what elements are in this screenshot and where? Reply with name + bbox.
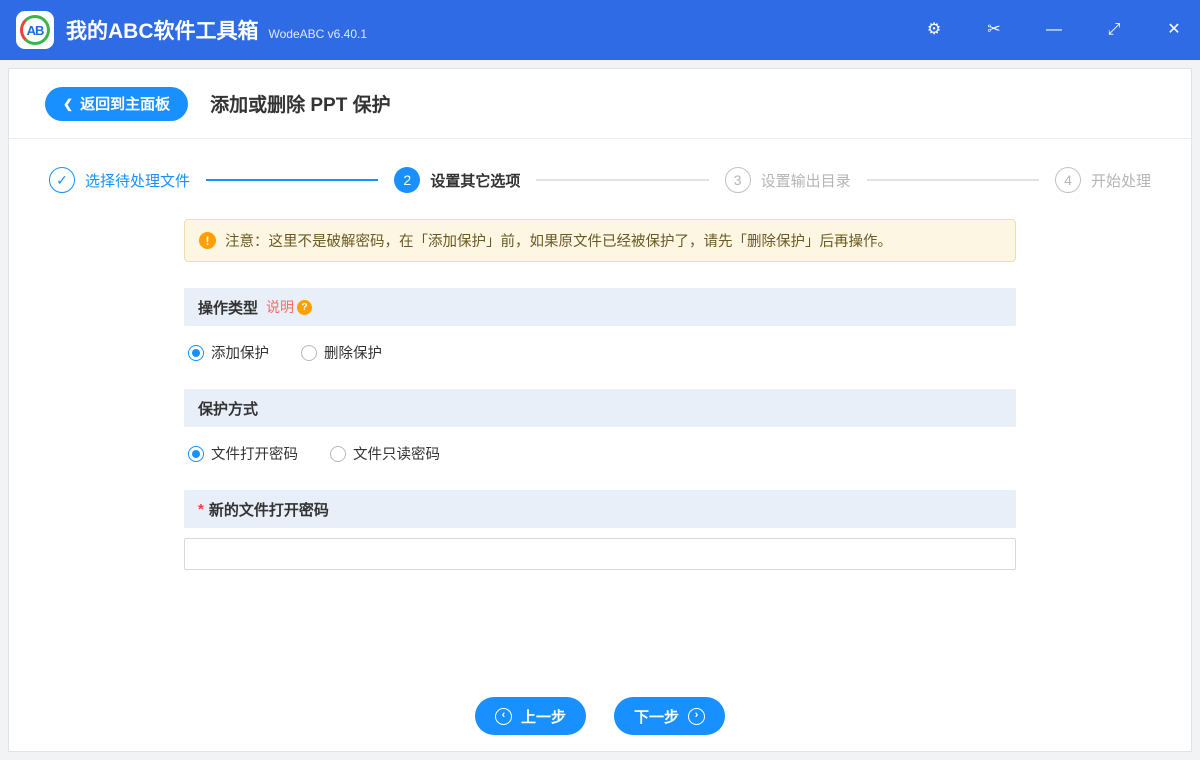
back-button-label: 返回到主面板 [80, 96, 171, 113]
radio-add-protection[interactable]: 添加保护 [188, 342, 269, 363]
back-chevron-icon: ❮ [63, 96, 74, 111]
radio-label: 文件打开密码 [211, 447, 298, 463]
step-4-label: 开始处理 [1090, 172, 1151, 190]
logo-ring: AB [20, 15, 50, 45]
step-2-label: 设置其它选项 [430, 172, 521, 190]
radio-label: 添加保护 [211, 346, 269, 362]
resize-icon[interactable]: ⤢ [1104, 22, 1124, 38]
new-password-title: 新的文件打开密码 [208, 501, 329, 519]
radio-label: 删除保护 [324, 346, 382, 362]
minimize-icon[interactable]: — [1044, 22, 1064, 38]
question-icon[interactable]: ? [297, 299, 313, 315]
radio-icon [301, 344, 317, 361]
content-column: ! 注意：这里不是破解密码，在「添加保护」前，如果原文件已经被保护了，请先「删除… [184, 219, 1016, 570]
step-connector [206, 179, 379, 181]
step-4: 4 开始处理 [1054, 167, 1151, 193]
step-1-label: 选择待处理文件 [85, 172, 191, 190]
operation-type-title: 操作类型 [198, 299, 259, 317]
required-asterisk: * [198, 500, 204, 518]
operation-type-options: 添加保护 删除保护 [184, 342, 1016, 363]
section-header-protection-mode: 保护方式 [184, 389, 1016, 427]
radio-icon [188, 445, 204, 462]
section-header-new-password: * 新的文件打开密码 [184, 490, 1016, 528]
operation-help-link[interactable]: 说明 [266, 297, 294, 317]
radio-remove-protection[interactable]: 删除保护 [301, 342, 382, 363]
close-icon[interactable]: ✕ [1164, 22, 1184, 38]
step-1: ✓ 选择待处理文件 [49, 167, 190, 193]
step-4-number: 4 [1054, 167, 1081, 193]
step-1-check-icon: ✓ [49, 167, 75, 193]
arrow-left-icon: ‹ [494, 707, 512, 725]
app-logo-icon: AB [16, 11, 54, 49]
protection-mode-options: 文件打开密码 文件只读密码 [184, 443, 1016, 464]
prev-step-button[interactable]: ‹ 上一步 [474, 697, 586, 735]
section-header-operation-type: 操作类型 说明 ? [184, 288, 1016, 326]
step-3: 3 设置输出目录 [724, 167, 851, 193]
settings-icon[interactable]: ⚙ [924, 22, 944, 38]
radio-icon [188, 344, 204, 361]
notice-banner: ! 注意：这里不是破解密码，在「添加保护」前，如果原文件已经被保护了，请先「删除… [184, 219, 1016, 262]
notice-text: 注意：这里不是破解密码，在「添加保护」前，如果原文件已经被保护了，请先「删除保护… [225, 234, 892, 250]
panel-header: ❮ 返回到主面板 添加或删除 PPT 保护 [9, 69, 1191, 139]
protection-mode-title: 保护方式 [198, 400, 259, 418]
page-title: 添加或删除 PPT 保护 [210, 95, 391, 116]
step-2: 2 设置其它选项 [394, 167, 520, 193]
radio-icon [330, 445, 346, 462]
next-step-label: 下一步 [634, 708, 680, 726]
titlebar-controls: ⚙ ✂ — ⤢ ✕ [924, 22, 1184, 38]
radio-readonly-password[interactable]: 文件只读密码 [330, 443, 440, 464]
radio-label: 文件只读密码 [353, 447, 440, 463]
step-3-label: 设置输出目录 [760, 172, 851, 190]
titlebar: AB 我的ABC软件工具箱 WodeABC v6.40.1 ⚙ ✂ — ⤢ ✕ [0, 0, 1200, 60]
step-2-number: 2 [394, 167, 421, 193]
step-connector [536, 179, 709, 181]
footer-nav: ‹ 上一步 下一步 › [9, 697, 1191, 735]
app-version: WodeABC v6.40.1 [268, 27, 368, 41]
app-title: 我的ABC软件工具箱 [66, 20, 259, 43]
warning-icon: ! [199, 232, 216, 249]
password-input[interactable] [184, 538, 1016, 570]
step-3-number: 3 [724, 167, 751, 193]
step-indicator: ✓ 选择待处理文件 2 设置其它选项 3 设置输出目录 4 开始处理 [49, 167, 1151, 193]
scissors-icon[interactable]: ✂ [984, 22, 1004, 38]
logo-text: AB [26, 22, 45, 38]
main-panel: ❮ 返回到主面板 添加或删除 PPT 保护 ✓ 选择待处理文件 2 设置其它选项… [8, 68, 1192, 752]
arrow-right-icon: › [688, 707, 706, 725]
prev-step-label: 上一步 [520, 708, 566, 726]
radio-open-password[interactable]: 文件打开密码 [188, 443, 298, 464]
back-to-dashboard-button[interactable]: ❮ 返回到主面板 [45, 86, 189, 121]
step-connector [866, 179, 1039, 181]
next-step-button[interactable]: 下一步 › [614, 697, 726, 735]
